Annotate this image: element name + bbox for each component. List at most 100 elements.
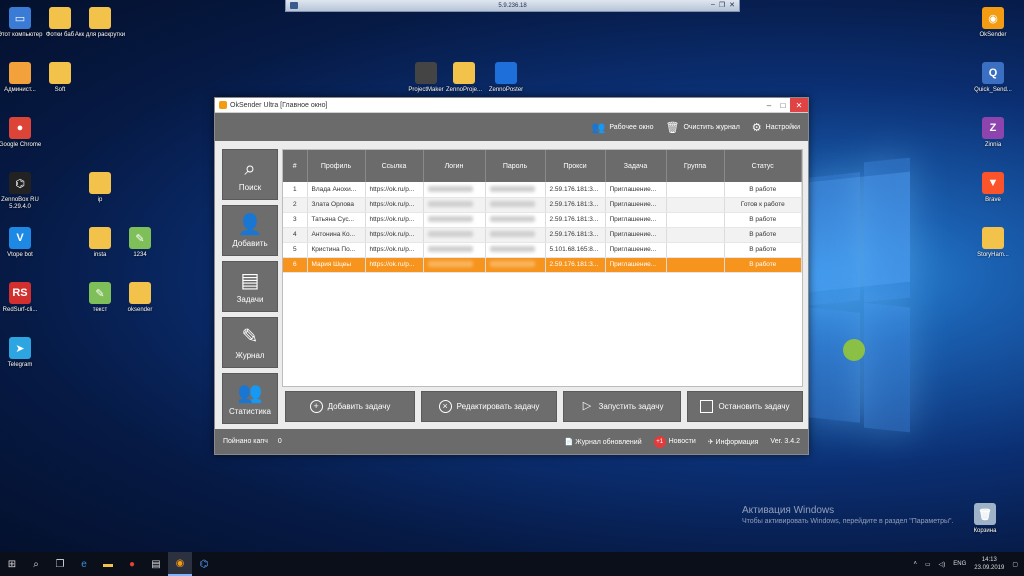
tray-arrow-icon[interactable]: ˄ <box>913 561 917 567</box>
desktop-icon-desktop_icons_right-2[interactable]: Z Zinnia <box>963 117 1023 149</box>
volume-icon[interactable]: ◁) <box>939 561 946 568</box>
version-label: Ver. 3.4.2 <box>770 438 800 445</box>
app-icon: 🗑 <box>974 503 996 525</box>
desktop-icon-desktop_icons_left-13[interactable]: oksender <box>110 282 170 314</box>
column-header[interactable]: Ссылка <box>365 150 424 182</box>
desktop-icon-desktop_icons_right-3[interactable]: ▼ Brave <box>963 172 1023 204</box>
column-header[interactable]: Статус <box>724 150 802 182</box>
edit-task-button[interactable]: × Редактировать задачу <box>421 391 557 422</box>
task-view-button[interactable]: ❐ <box>48 552 72 576</box>
desktop-icon-desktop_icons_left-2[interactable]: Акк для раскрутки <box>70 7 130 39</box>
table-row[interactable]: 5 Кристина По... https://ok.ru/p... 5.101.6… <box>283 242 802 258</box>
sidebar-item-label: Журнал <box>235 350 265 360</box>
taskbar-chrome[interactable]: ● <box>120 552 144 576</box>
redacted-login <box>427 216 473 223</box>
cell-status: В работе <box>724 212 802 228</box>
sidebar-item-journal[interactable]: ✎ Журнал <box>222 317 278 368</box>
cell-login <box>423 242 486 258</box>
redacted-login <box>427 246 473 253</box>
desktop-icon-desktop_icons_left-8[interactable]: V Vtope bot <box>0 227 50 259</box>
settings-button[interactable]: ⚙ Настройки <box>752 121 800 134</box>
column-header[interactable]: Группа <box>666 150 725 182</box>
cell-proxy: 2.59.176.181:3... <box>545 182 606 198</box>
desktop-icon-desktop_icons_left-11[interactable]: RS RedSurf-cli... <box>0 282 50 314</box>
start-task-button[interactable]: ▷ Запустить задачу <box>563 391 681 422</box>
desktop-icon-label: RedSurf-cli... <box>2 307 38 313</box>
update-log-link[interactable]: 📄 Журнал обновлений <box>565 438 642 446</box>
cell-n: 2 <box>283 197 308 213</box>
pin-icon[interactable] <box>290 2 298 9</box>
restore-icon[interactable]: ❐ <box>719 1 725 9</box>
taskbar: ⊞ ⌕ ❐ e ▬ ● ▤ ◉ ⌬ ˄ ▭ ◁) ENG 14:13 23.09… <box>0 552 1024 576</box>
desktop-icon-desktop_icons_left-10[interactable]: ✎ 1234 <box>110 227 170 259</box>
taskbar-edge[interactable]: e <box>72 552 96 576</box>
column-header[interactable]: Логин <box>423 150 486 182</box>
workspace-button[interactable]: 👥 Рабочее окно <box>592 121 654 134</box>
stop-task-button[interactable]: Остановить задачу <box>687 391 803 422</box>
cell-password <box>485 257 546 273</box>
clear-log-button[interactable]: 🗑 Очистить журнал <box>665 121 739 134</box>
info-link[interactable]: ✈ Информация <box>708 438 759 446</box>
desktop-icon-desktop_icons_right-5[interactable]: 🗑 Корзина <box>955 503 1015 535</box>
redacted-password <box>489 231 535 238</box>
app-icon: Q <box>982 62 1004 84</box>
sidebar-item-search[interactable]: ⌕ Поиск <box>222 149 278 200</box>
cell-proxy: 5.101.68.165:8... <box>545 242 606 258</box>
sidebar-item-tasks[interactable]: ▤ Задачи <box>222 261 278 312</box>
redacted-login <box>427 186 473 193</box>
desktop-icon-desktop_icons_left-6[interactable]: ⌬ ZennoBox RU 5.29.4.0 <box>0 172 50 211</box>
taskbar-oksender[interactable]: ◉ <box>168 552 192 576</box>
table-body: 1 Влада Анохи... https://ok.ru/p... 2.59.17… <box>283 182 802 273</box>
news-link[interactable]: +1 Новости <box>653 435 696 448</box>
add-task-button[interactable]: + Добавить задачу <box>285 391 415 422</box>
search-button[interactable]: ⌕ <box>24 552 48 576</box>
network-icon[interactable]: ▭ <box>925 561 931 568</box>
taskbar-notepad[interactable]: ▤ <box>144 552 168 576</box>
desktop-icon-desktop_icons_left-7[interactable]: ip <box>70 172 130 204</box>
clock[interactable]: 14:13 23.09.2019 <box>974 556 1004 572</box>
column-header[interactable]: Профиль <box>307 150 366 182</box>
column-header[interactable]: # <box>283 150 308 182</box>
edge-icon: e <box>81 558 87 570</box>
maximize-button[interactable]: □ <box>776 98 790 112</box>
table-row[interactable]: 2 Злата Орлова https://ok.ru/p... 2.59.176.… <box>283 197 802 213</box>
taskbar-explorer[interactable]: ▬ <box>96 552 120 576</box>
close-icon[interactable]: ✕ <box>729 1 735 9</box>
taskbar-zennoposter[interactable]: ⌬ <box>192 552 216 576</box>
cell-n: 4 <box>283 227 308 243</box>
task-view-icon: ❐ <box>55 558 65 570</box>
sidebar-item-add[interactable]: 👤 Добавить <box>222 205 278 256</box>
minimize-button[interactable]: – <box>762 98 776 112</box>
desktop-icon-desktop_icons_right-0[interactable]: ◉ OkSender <box>963 7 1023 39</box>
top-toolbar: 👥 Рабочее окно 🗑 Очистить журнал ⚙ Настр… <box>215 113 808 141</box>
close-button[interactable]: ✕ <box>790 98 808 112</box>
column-header[interactable]: Прокси <box>545 150 606 182</box>
cell-task: Приглашение... <box>605 212 667 228</box>
sidebar-item-label: Задачи <box>236 294 264 304</box>
column-header[interactable]: Пароль <box>485 150 546 182</box>
sidebar-item-stats[interactable]: 👥 Статистика <box>222 373 278 424</box>
cell-group <box>666 197 725 213</box>
window-title: OkSender Ultra [Главное окно] <box>230 101 328 109</box>
desktop-icon-desktop_icons_left-14[interactable]: ➤ Telegram <box>0 337 50 369</box>
wallpaper-logo-pane-bottom-right <box>864 302 910 433</box>
language-indicator[interactable]: ENG <box>953 561 966 567</box>
cell-profile: Злата Орлова <box>307 197 366 213</box>
stats-icon: 👥 <box>237 381 263 404</box>
table-row[interactable]: 6 Мария Шцеы https://ok.ru/p... 2.59.176.18… <box>283 257 802 273</box>
start-button[interactable]: ⊞ <box>0 552 24 576</box>
desktop-icon-desktop_icons_left-5[interactable]: ● Google Chrome <box>0 117 50 149</box>
minimize-icon[interactable]: – <box>711 1 715 9</box>
table-row[interactable]: 4 Антонина Ко... https://ok.ru/p... 2.59.17… <box>283 227 802 243</box>
table-row[interactable]: 3 Татьяна Сус... https://ok.ru/p... 2.59.17… <box>283 212 802 228</box>
desktop-icon-desktop_icons_right-1[interactable]: Q Quick_Send... <box>963 62 1023 94</box>
desktop-icon-desktop_icons_left-4[interactable]: Soft <box>30 62 90 94</box>
window-titlebar[interactable]: OkSender Ultra [Главное окно] – □ ✕ <box>215 98 808 113</box>
column-header[interactable]: Задача <box>605 150 667 182</box>
stop-task-label: Остановить задачу <box>718 402 790 411</box>
desktop-icon-desktop_icons_top-2[interactable]: ZennoPoster <box>476 62 536 94</box>
desktop-icon-desktop_icons_right-4[interactable]: StoryHam... <box>963 227 1023 259</box>
notifications-icon[interactable]: ▢ <box>1012 561 1018 568</box>
table-row[interactable]: 1 Влада Анохи... https://ok.ru/p... 2.59.17… <box>283 182 802 198</box>
remote-connection-bar[interactable]: 5.9.236.18 – ❐ ✕ <box>285 0 740 12</box>
